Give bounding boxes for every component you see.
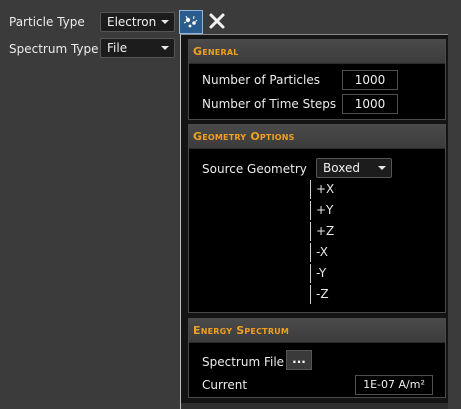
chevron-down-icon [161, 46, 169, 50]
geometry-option-minus-x[interactable]: -X [310, 243, 328, 262]
geometry-option-minus-z[interactable]: -Z [310, 285, 329, 304]
num-particles-label: Number of Particles [202, 73, 320, 87]
close-icon [209, 13, 225, 29]
num-particles-input[interactable]: 1000 [342, 70, 398, 90]
particle-type-label: Particle Type [9, 15, 85, 29]
chevron-down-icon [161, 20, 169, 24]
current-input[interactable]: 1E-07 A/m² [355, 375, 433, 395]
browse-file-button[interactable]: ... [286, 350, 312, 370]
particle-type-dropdown[interactable]: Electron [100, 12, 175, 32]
spectrum-type-label: Spectrum Type [9, 42, 99, 56]
general-section-title: General [189, 40, 445, 64]
num-steps-input[interactable]: 1000 [342, 94, 398, 114]
geometry-section-title: Geometry Options [189, 125, 445, 149]
num-steps-label: Number of Time Steps [202, 97, 337, 111]
source-geometry-dropdown[interactable]: Boxed [316, 158, 392, 178]
source-geometry-label: Source Geometry [202, 162, 307, 176]
particle-type-value: Electron [107, 15, 157, 29]
general-section: General Number of Particles 1000 Number … [188, 39, 446, 120]
source-geometry-value: Boxed [323, 161, 360, 175]
current-label: Current [202, 378, 248, 392]
popup-bottom-edge [181, 403, 448, 409]
settings-popup: General Number of Particles 1000 Number … [180, 34, 448, 409]
chevron-down-icon [378, 166, 386, 170]
geometry-section: Geometry Options Source Geometry Boxed +… [188, 124, 446, 313]
close-button[interactable] [207, 11, 227, 31]
geometry-option-plus-x[interactable]: +X [310, 180, 334, 199]
energy-section-title: Energy Spectrum [189, 319, 445, 343]
energy-section: Energy Spectrum Spectrum File ... Curren… [188, 318, 446, 398]
geometry-option-plus-z[interactable]: +Z [310, 222, 334, 241]
geometry-option-minus-y[interactable]: -Y [310, 264, 326, 283]
spectrum-type-dropdown[interactable]: File [100, 38, 175, 58]
spectrum-type-value: File [107, 41, 128, 55]
particle-settings-button[interactable] [179, 10, 203, 34]
particle-settings-icon [183, 15, 198, 28]
geometry-option-plus-y[interactable]: +Y [310, 201, 333, 220]
spectrum-file-label: Spectrum File [202, 355, 285, 369]
